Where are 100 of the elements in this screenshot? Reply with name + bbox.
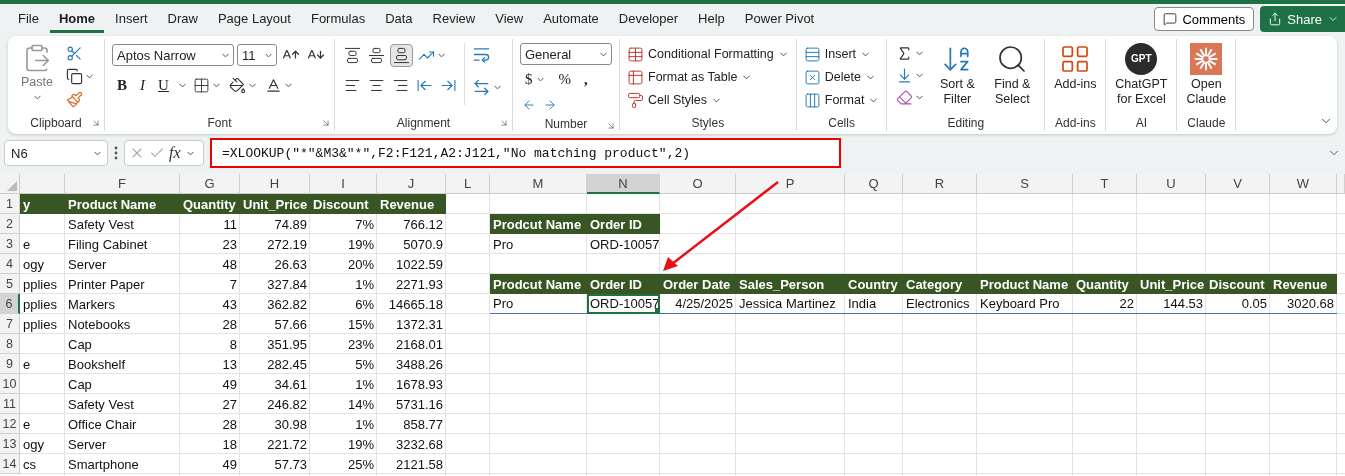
editing-command[interactable]: Find & Select bbox=[987, 43, 1038, 107]
ribbon-tab[interactable]: File bbox=[9, 5, 48, 33]
name-box[interactable]: N6 bbox=[4, 140, 108, 166]
font-style-button[interactable]: U bbox=[153, 74, 174, 96]
table-cell[interactable]: 11 bbox=[180, 214, 240, 234]
ribbon-tab[interactable]: Automate bbox=[534, 5, 608, 33]
table-cell[interactable]: 2271.93 bbox=[377, 274, 446, 294]
table-cell[interactable]: Printer Paper bbox=[65, 274, 180, 294]
table-header[interactable]: Unit_Price bbox=[1137, 274, 1206, 294]
table-cell[interactable]: 30.98 bbox=[240, 414, 310, 434]
table-cell[interactable]: 7 bbox=[180, 274, 240, 294]
table-cell[interactable]: 2168.01 bbox=[377, 334, 446, 354]
table-cell[interactable]: 144.53 bbox=[1137, 294, 1206, 314]
table-header[interactable]: Category bbox=[903, 274, 977, 294]
table-cell[interactable]: 766.12 bbox=[377, 214, 446, 234]
table-header[interactable]: Quantity bbox=[1073, 274, 1137, 294]
add-ins-button[interactable]: Add-ins bbox=[1052, 43, 1099, 92]
table-cell[interactable]: pplies bbox=[20, 314, 65, 334]
table-cell[interactable]: 3020.68 bbox=[1270, 294, 1337, 314]
table-cell[interactable]: 221.72 bbox=[240, 434, 310, 454]
dialog-launcher-icon[interactable] bbox=[91, 118, 101, 128]
table-cell[interactable]: 1022.59 bbox=[377, 254, 446, 274]
table-cell[interactable]: 18 bbox=[180, 434, 240, 454]
table-cell[interactable]: 28 bbox=[180, 414, 240, 434]
chatgpt-button[interactable]: GPT ChatGPT for Excel bbox=[1113, 43, 1170, 107]
column-header[interactable]: H bbox=[240, 174, 310, 194]
font-name-field[interactable]: Aptos Narrow bbox=[112, 44, 234, 66]
font-color-icon[interactable] bbox=[264, 76, 282, 94]
table-cell[interactable]: India bbox=[845, 294, 903, 314]
table-header[interactable]: Prodcut Name bbox=[490, 274, 587, 294]
table-cell[interactable]: 26.63 bbox=[240, 254, 310, 274]
ribbon-tab[interactable]: Draw bbox=[158, 5, 207, 33]
table-cell[interactable]: 22 bbox=[1073, 294, 1137, 314]
dialog-launcher-icon[interactable] bbox=[499, 118, 509, 128]
table-cell[interactable]: 3488.26 bbox=[377, 354, 446, 374]
table-cell[interactable]: 25% bbox=[310, 454, 377, 474]
table-cell[interactable]: Electronics bbox=[903, 294, 977, 314]
table-header[interactable]: Prodcut Name bbox=[490, 214, 587, 234]
table-cell[interactable]: ogy bbox=[20, 434, 65, 454]
ribbon-tab[interactable]: Insert bbox=[106, 5, 157, 33]
table-cell[interactable]: Pro bbox=[490, 294, 587, 314]
ribbon-tab[interactable]: Power Pivot bbox=[735, 5, 824, 33]
ribbon-tab[interactable]: Data bbox=[376, 5, 422, 33]
table-cell[interactable]: Office Chair bbox=[65, 414, 180, 434]
increase-decimal-icon[interactable] bbox=[522, 98, 536, 112]
row-number[interactable]: 14 bbox=[0, 454, 20, 474]
row-number[interactable]: 11 bbox=[0, 394, 20, 414]
column-header[interactable]: M bbox=[490, 174, 587, 194]
ribbon-tab[interactable]: Review bbox=[423, 5, 485, 33]
column-header[interactable]: N bbox=[587, 174, 660, 194]
table-cell[interactable]: 1678.93 bbox=[377, 374, 446, 394]
column-header[interactable]: W bbox=[1270, 174, 1337, 194]
number-format-button[interactable]: % bbox=[553, 68, 576, 90]
table-header[interactable]: Quantity bbox=[180, 194, 240, 214]
table-cell[interactable]: 362.82 bbox=[240, 294, 310, 314]
table-cell[interactable]: 74.89 bbox=[240, 214, 310, 234]
align-top-icon[interactable] bbox=[344, 46, 361, 64]
table-cell[interactable]: 8 bbox=[180, 334, 240, 354]
table-cell[interactable]: 23 bbox=[180, 234, 240, 254]
table-cell[interactable]: 1% bbox=[310, 374, 377, 394]
table-cell[interactable]: Safety Vest bbox=[65, 214, 180, 234]
table-cell[interactable]: ogy bbox=[20, 254, 65, 274]
paste-button[interactable]: Paste bbox=[15, 43, 59, 103]
table-cell[interactable]: 282.45 bbox=[240, 354, 310, 374]
row-number[interactable]: 4 bbox=[0, 254, 20, 274]
table-cell[interactable]: 27 bbox=[180, 394, 240, 414]
table-cell[interactable]: 6% bbox=[310, 294, 377, 314]
table-cell[interactable]: 43 bbox=[180, 294, 240, 314]
table-header[interactable]: Revenue bbox=[377, 194, 446, 214]
table-header[interactable]: Product Name bbox=[65, 194, 180, 214]
table-cell[interactable]: 14% bbox=[310, 394, 377, 414]
table-cell[interactable]: 49 bbox=[180, 454, 240, 474]
table-header[interactable]: Discount bbox=[310, 194, 377, 214]
ribbon-tab[interactable]: Home bbox=[49, 5, 105, 33]
table-cell[interactable]: 19% bbox=[310, 234, 377, 254]
table-cell[interactable]: e bbox=[20, 234, 65, 254]
table-cell[interactable]: 49 bbox=[180, 374, 240, 394]
table-cell[interactable]: 5070.9 bbox=[377, 234, 446, 254]
table-header[interactable]: Country bbox=[845, 274, 903, 294]
font-style-button[interactable]: B bbox=[112, 74, 132, 96]
styles-command[interactable]: Cell Styles bbox=[627, 89, 789, 111]
table-cell[interactable]: 327.84 bbox=[240, 274, 310, 294]
table-cell[interactable]: 5731.16 bbox=[377, 394, 446, 414]
borders-icon[interactable] bbox=[192, 76, 210, 94]
styles-command[interactable]: Format as Table bbox=[627, 66, 789, 88]
column-header[interactable]: O bbox=[660, 174, 736, 194]
row-number[interactable]: 3 bbox=[0, 234, 20, 254]
number-format-field[interactable]: General bbox=[520, 43, 612, 65]
dialog-launcher-icon[interactable] bbox=[321, 118, 331, 128]
column-header[interactable]: V bbox=[1206, 174, 1270, 194]
table-cell[interactable]: 15% bbox=[310, 314, 377, 334]
cells-command[interactable]: Insert bbox=[803, 43, 880, 65]
number-format-button[interactable]: $ bbox=[520, 68, 551, 90]
column-header[interactable]: U bbox=[1137, 174, 1206, 194]
align-middle-icon[interactable] bbox=[368, 46, 385, 64]
table-cell[interactable]: 7% bbox=[310, 214, 377, 234]
merge-icon[interactable] bbox=[472, 78, 491, 97]
row-number[interactable]: 1 bbox=[0, 194, 20, 214]
table-cell[interactable]: Cap bbox=[65, 334, 180, 354]
font-size-field[interactable]: 11 bbox=[237, 44, 277, 66]
